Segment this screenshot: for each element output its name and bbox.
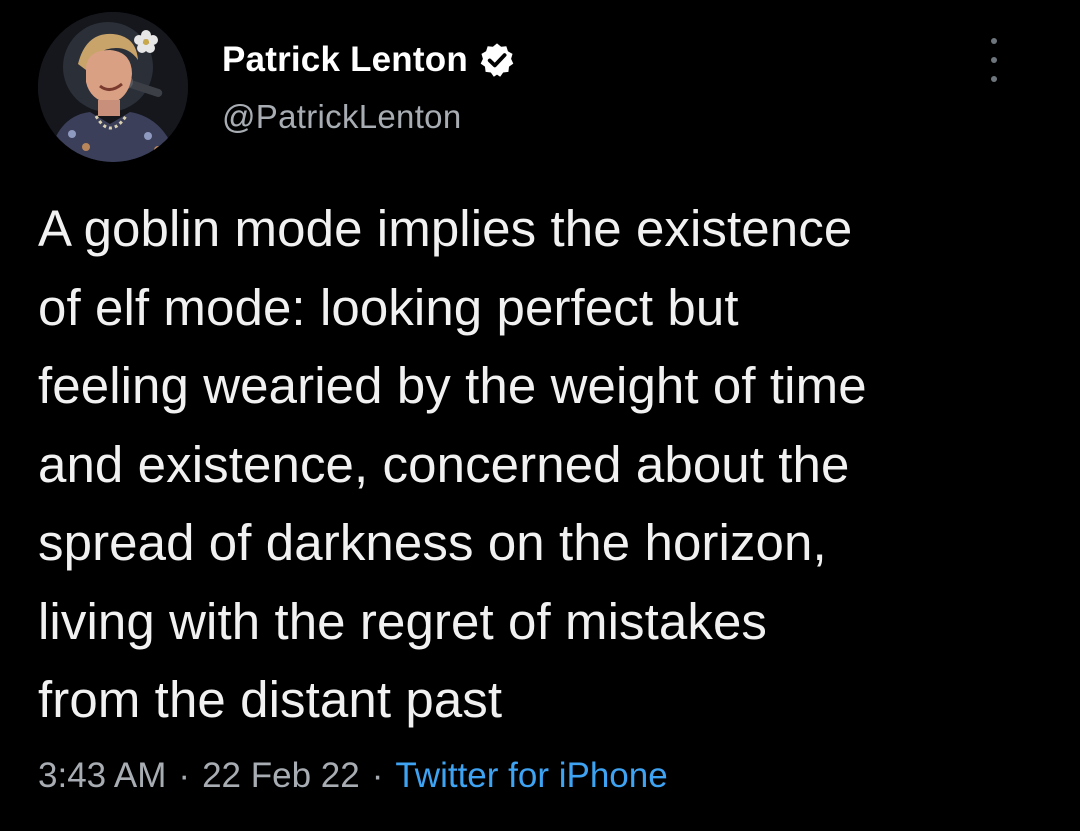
tweet-source-link[interactable]: Twitter for iPhone bbox=[395, 756, 667, 796]
profile-photo-icon bbox=[38, 12, 188, 162]
tweet-meta: 3:43 AM · 22 Feb 22 · Twitter for iPhone bbox=[38, 756, 668, 796]
author-handle[interactable]: @PatrickLenton bbox=[222, 98, 462, 136]
author-name-row: Patrick Lenton bbox=[222, 38, 516, 82]
avatar[interactable] bbox=[38, 12, 188, 162]
tweet-date[interactable]: 22 Feb 22 bbox=[202, 756, 360, 796]
more-options-icon[interactable] bbox=[982, 38, 1006, 82]
tweet-text: A goblin mode implies the existence of e… bbox=[38, 200, 867, 728]
meta-separator: · bbox=[178, 756, 191, 795]
tweet-time[interactable]: 3:43 AM bbox=[38, 756, 166, 796]
meta-separator: · bbox=[371, 756, 384, 795]
more-dot bbox=[991, 57, 997, 63]
tweet-card: Patrick Lenton @PatrickLenton A goblin m… bbox=[0, 0, 1080, 831]
display-name[interactable]: Patrick Lenton bbox=[222, 40, 468, 80]
more-dot bbox=[991, 76, 997, 82]
verified-badge-icon bbox=[480, 43, 514, 77]
more-dot bbox=[991, 38, 997, 44]
